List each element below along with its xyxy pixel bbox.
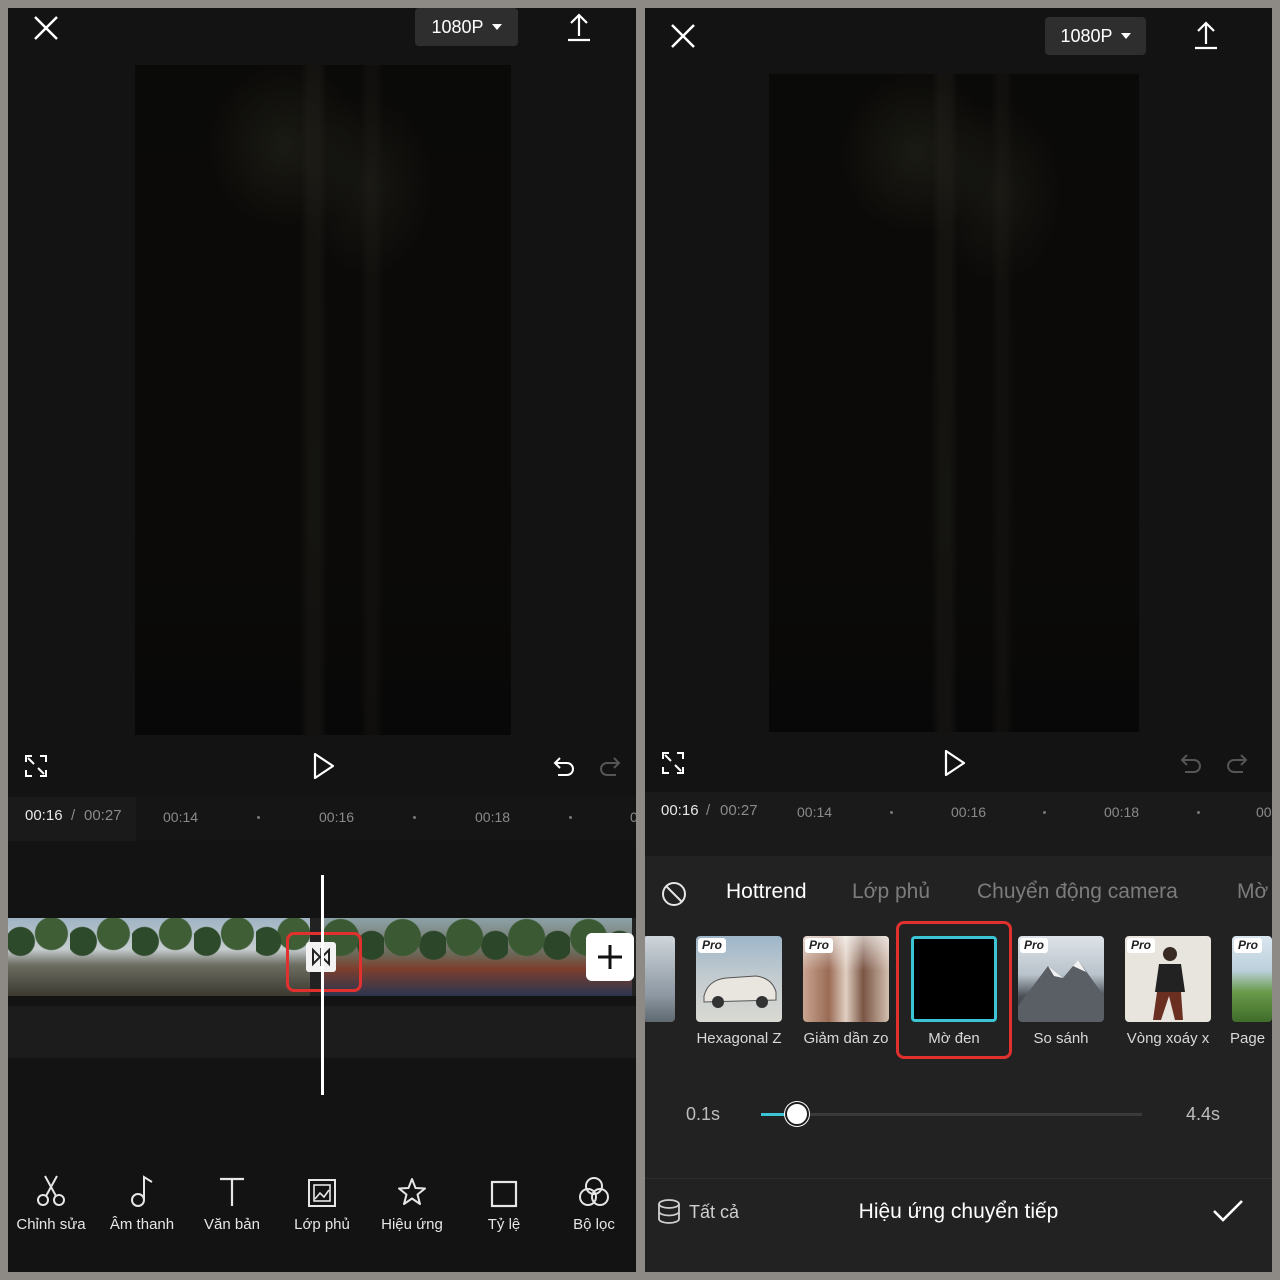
undo-icon[interactable]	[552, 754, 576, 778]
tool-effects[interactable]: Hiệu ứng	[367, 1168, 457, 1233]
time-separator: /	[706, 802, 711, 819]
timeline-ruler: 00:16 / 00:27 00:14 00:16 00:18 00	[645, 792, 1272, 856]
ruler-tick: 00:14	[163, 809, 199, 825]
effect-card[interactable]: Pro	[696, 936, 782, 1022]
fullscreen-icon[interactable]	[24, 754, 48, 778]
play-button[interactable]	[312, 752, 336, 780]
tab-hottrend[interactable]: Hottrend	[726, 880, 807, 904]
effect-label: Mờ đen	[928, 1030, 980, 1047]
export-button[interactable]	[566, 12, 592, 42]
no-transition-icon[interactable]	[660, 880, 688, 908]
slider-knob[interactable]	[785, 1102, 809, 1126]
effect-card-selected[interactable]	[911, 936, 997, 1022]
editor-timeline-screen: 1080P 00:16 / 00:27 00:14 00:16 00:18 0	[8, 8, 636, 1272]
video-preview[interactable]	[135, 65, 511, 735]
effect-label: Hexagonal Z	[696, 1030, 782, 1047]
tab-camera-motion[interactable]: Chuyển động camera	[977, 880, 1178, 904]
duration-max-label: 4.4s	[1186, 1104, 1221, 1124]
current-time: 00:16	[661, 802, 699, 819]
total-time: 00:27	[84, 807, 122, 824]
transition-picker-screen: 1080P 00:16 / 00:27 00:14 00:16 00:18 00…	[645, 8, 1272, 1272]
undo-icon[interactable]	[1179, 751, 1203, 775]
music-note-icon	[131, 1175, 153, 1207]
tab-overlay[interactable]: Lớp phủ	[852, 880, 930, 904]
tool-label: Âm thanh	[109, 1216, 175, 1233]
redo-icon[interactable]	[598, 754, 622, 778]
time-separator: /	[71, 807, 76, 824]
confirm-checkmark-icon[interactable]	[1212, 1198, 1244, 1224]
effect-label: Vòng xoáy x	[1126, 1030, 1210, 1047]
effect-card[interactable]	[645, 936, 675, 1022]
ruler-tick: 00:18	[1104, 804, 1140, 820]
ratio-icon	[490, 1180, 518, 1208]
tool-label: Hiệu ứng	[381, 1216, 443, 1233]
effect-label: So sánh	[1033, 1030, 1089, 1047]
ruler-tick: 0	[630, 809, 636, 825]
timeline-ruler: 00:16 / 00:27 00:14 00:16 00:18 0	[8, 797, 636, 841]
close-button[interactable]	[669, 22, 697, 50]
chevron-down-icon	[491, 24, 502, 30]
tool-edit[interactable]: Chỉnh sửa	[8, 1168, 96, 1233]
tool-filter[interactable]: Bộ lọc	[549, 1168, 636, 1233]
tool-label: Bộ lọc	[573, 1216, 615, 1233]
play-button[interactable]	[943, 749, 967, 777]
tool-label: Tỷ lệ	[487, 1216, 521, 1233]
tool-audio[interactable]: Âm thanh	[97, 1168, 187, 1233]
resolution-label: 1080P	[431, 16, 484, 37]
tool-overlay[interactable]: Lớp phủ	[277, 1168, 367, 1233]
effect-card[interactable]: Pro	[1232, 936, 1272, 1022]
effect-label: ll	[645, 1030, 653, 1047]
current-time: 00:16	[25, 807, 63, 824]
pro-badge: Pro	[1234, 938, 1263, 953]
redo-icon[interactable]	[1225, 751, 1249, 775]
ruler-tick: 00:16	[951, 804, 987, 820]
video-preview[interactable]	[769, 74, 1139, 732]
filter-icon	[579, 1177, 609, 1206]
total-time: 00:27	[720, 802, 758, 819]
export-button[interactable]	[1193, 20, 1219, 50]
tool-label: Chỉnh sửa	[16, 1216, 86, 1233]
effect-card[interactable]: Pro	[1018, 936, 1104, 1022]
tool-label: Văn bản	[204, 1216, 260, 1233]
scissors-icon	[37, 1175, 65, 1206]
effect-card[interactable]: Pro	[803, 936, 889, 1022]
effect-label: Page	[1230, 1030, 1266, 1047]
text-icon	[220, 1177, 244, 1206]
fullscreen-icon[interactable]	[661, 751, 685, 775]
tool-text[interactable]: Văn bản	[187, 1168, 277, 1233]
effects-star-icon	[398, 1178, 426, 1205]
ruler-tick: 00:14	[797, 804, 833, 820]
tool-label: Lớp phủ	[294, 1216, 350, 1233]
effect-label: Giảm dần zo	[803, 1030, 889, 1047]
duration-slider[interactable]	[761, 1102, 1142, 1126]
ruler-tick: 00:16	[319, 809, 355, 825]
playhead[interactable]	[321, 875, 324, 1095]
plus-icon	[598, 945, 622, 969]
pro-badge: Pro	[698, 938, 727, 953]
tool-ratio[interactable]: Tỷ lệ	[459, 1168, 549, 1233]
resolution-label: 1080P	[1060, 25, 1113, 46]
effect-card[interactable]: Pro	[1125, 936, 1211, 1022]
pro-badge: Pro	[1127, 938, 1156, 953]
resolution-dropdown[interactable]: 1080P	[415, 8, 518, 46]
overlay-icon	[308, 1179, 336, 1207]
duration-min-label: 0.1s	[686, 1104, 721, 1124]
ruler-tick: 00	[1256, 804, 1272, 820]
chevron-down-icon	[1120, 33, 1131, 39]
add-clip-button[interactable]	[586, 933, 634, 981]
close-button[interactable]	[32, 14, 60, 42]
resolution-dropdown[interactable]: 1080P	[1045, 17, 1146, 55]
ruler-tick: 00:18	[475, 809, 511, 825]
pro-badge: Pro	[805, 938, 834, 953]
pro-badge: Pro	[1020, 938, 1049, 953]
tab-blur[interactable]: Mờ	[1237, 880, 1268, 904]
panel-title: Hiệu ứng chuyển tiếp	[858, 1200, 1059, 1223]
